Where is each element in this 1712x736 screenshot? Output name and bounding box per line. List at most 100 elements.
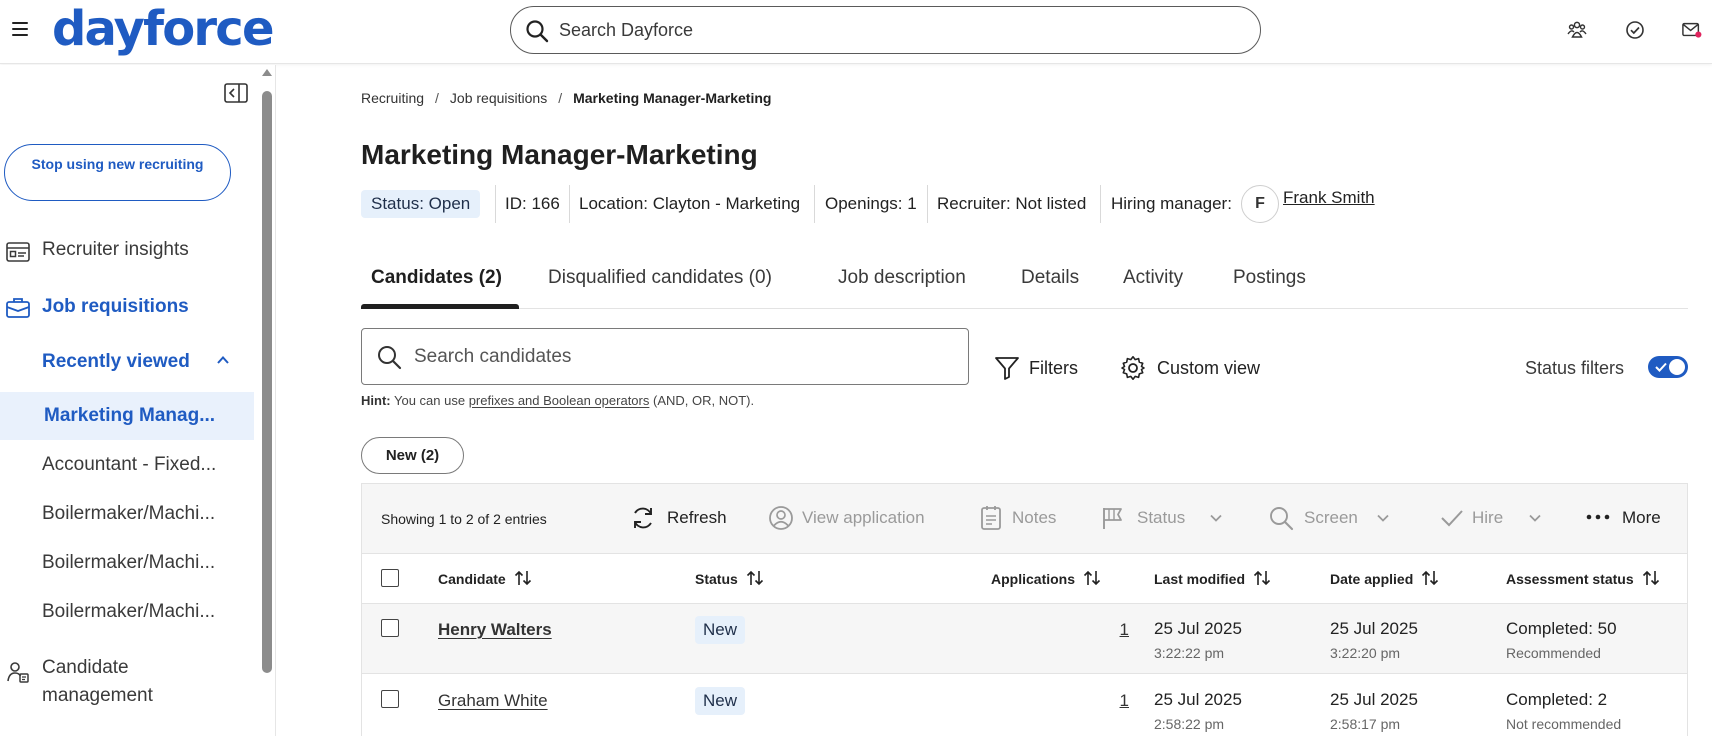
candidate-name-link[interactable]: Henry Walters — [438, 620, 552, 640]
last-modified-date: 25 Jul 2025 — [1154, 690, 1242, 709]
sidebar-item-job-requisitions[interactable]: Job requisitions — [0, 296, 255, 326]
breadcrumb-recruiting[interactable]: Recruiting — [361, 90, 424, 106]
flag-icon — [1103, 508, 1122, 529]
candidate-name-link[interactable]: Graham White — [438, 691, 548, 711]
search-hint: Hint: You can use prefixes and Boolean o… — [361, 393, 754, 408]
assessment-status: Completed: 50 — [1506, 619, 1617, 638]
more-label: More — [1622, 508, 1661, 527]
hint-text-pre: You can use — [390, 393, 469, 408]
last-modified-time: 3:22:22 pm — [1154, 645, 1225, 661]
refresh-button[interactable]: Refresh — [630, 507, 730, 530]
divider — [569, 185, 570, 223]
sort-icon — [1422, 570, 1439, 586]
dashboard-icon — [6, 242, 30, 262]
collapse-sidebar-icon[interactable] — [224, 83, 248, 103]
stop-using-new-recruiting-button[interactable]: Stop using new recruiting — [4, 144, 231, 201]
hamburger-icon[interactable] — [12, 22, 28, 36]
status-badge: New — [695, 616, 746, 644]
col-last-modified[interactable]: Last modified — [1154, 570, 1271, 587]
tab-activity[interactable]: Activity — [1123, 267, 1183, 289]
col-assessment-status[interactable]: Assessment status — [1506, 570, 1660, 587]
table-row[interactable]: Graham White New 1 25 Jul 2025 2:58:22 p… — [362, 675, 1687, 736]
sidebar-item-label: Recruiter insights — [42, 239, 189, 260]
recently-viewed-toggle[interactable]: Recently viewed — [42, 351, 229, 373]
sidebar-item-candidate-management[interactable]: Candidate management — [0, 657, 255, 717]
tab-job-description[interactable]: Job description — [838, 267, 966, 289]
refresh-label: Refresh — [667, 508, 727, 527]
screen-dropdown-button[interactable]: Screen — [1268, 507, 1390, 531]
requisition-openings: Openings: 1 — [825, 194, 917, 213]
sidebar: Stop using new recruiting Recruiter insi… — [0, 65, 276, 736]
briefcase-icon — [6, 298, 30, 318]
top-header: dayforce — [0, 0, 1712, 64]
sort-icon — [746, 570, 763, 586]
scrollbar-thumb[interactable] — [262, 91, 272, 673]
sidebar-scrollbar[interactable] — [261, 65, 273, 736]
applications-link[interactable]: 1 — [1109, 691, 1129, 711]
recent-item-3[interactable]: Boilermaker/Machi... — [0, 539, 254, 587]
filters-button[interactable]: Filters — [994, 357, 1109, 384]
check-circle-icon[interactable] — [1625, 20, 1645, 40]
hire-dropdown-button[interactable]: Hire — [1440, 508, 1544, 530]
avatar: F — [1241, 185, 1279, 223]
status-badge: New — [695, 687, 746, 715]
table-row[interactable]: Henry Walters New 1 25 Jul 2025 3:22:22 … — [362, 604, 1687, 674]
tab-postings[interactable]: Postings — [1233, 267, 1306, 289]
mail-icon[interactable] — [1682, 20, 1702, 40]
row-checkbox[interactable] — [381, 619, 399, 637]
divider — [814, 185, 815, 223]
more-button[interactable]: More — [1586, 508, 1666, 530]
divider — [1100, 185, 1101, 223]
refresh-icon — [634, 507, 652, 529]
breadcrumb-job-requisitions[interactable]: Job requisitions — [450, 90, 547, 106]
select-all-checkbox[interactable] — [381, 569, 399, 587]
recent-item-2[interactable]: Boilermaker/Machi... — [0, 490, 254, 538]
scroll-up-arrow[interactable] — [262, 69, 272, 76]
status-filters-toggle[interactable] — [1648, 356, 1688, 378]
gear-icon — [1121, 356, 1145, 380]
col-status[interactable]: Status — [695, 570, 764, 587]
view-application-button[interactable]: View application — [768, 506, 938, 530]
global-search-input[interactable] — [559, 17, 1219, 43]
candidate-search[interactable] — [361, 328, 969, 385]
global-search[interactable] — [510, 6, 1261, 54]
divider — [495, 185, 496, 223]
dayforce-logo[interactable]: dayforce — [52, 0, 275, 58]
col-status-label: Status — [695, 571, 738, 587]
tab-disqualified-candidates[interactable]: Disqualified candidates (0) — [548, 267, 772, 289]
tab-candidates[interactable]: Candidates (2) — [371, 267, 502, 289]
candidate-search-input[interactable] — [414, 344, 954, 370]
status-chip-new[interactable]: New (2) — [361, 437, 464, 474]
breadcrumb: Recruiting / Job requisitions / Marketing Ma… — [361, 90, 771, 106]
recent-item-0[interactable]: Marketing Manag... — [0, 392, 254, 440]
tab-details[interactable]: Details — [1021, 267, 1079, 289]
active-tab-indicator — [361, 304, 519, 309]
col-date-applied[interactable]: Date applied — [1330, 570, 1439, 587]
recent-item-4[interactable]: Boilermaker/Machi... — [0, 588, 254, 636]
col-candidate[interactable]: Candidate — [438, 570, 532, 587]
last-modified-time: 2:58:22 pm — [1154, 716, 1225, 732]
notes-button[interactable]: Notes — [979, 506, 1064, 530]
status-dropdown-button[interactable]: Status — [1101, 508, 1223, 530]
sidebar-item-recruiter-insights[interactable]: Recruiter insights — [0, 239, 255, 269]
notes-label: Notes — [1012, 508, 1057, 527]
hiring-manager-link[interactable]: Frank Smith — [1283, 188, 1375, 208]
col-last-modified-label: Last modified — [1154, 571, 1246, 587]
hint-link[interactable]: prefixes and Boolean operators — [469, 393, 650, 408]
custom-view-button[interactable]: Custom view — [1120, 356, 1270, 384]
search-icon — [378, 346, 402, 370]
col-applications[interactable]: Applications — [991, 570, 1101, 587]
more-dots-icon — [1586, 514, 1610, 520]
chevron-down-icon — [1210, 514, 1222, 522]
hint-text-post: (AND, OR, NOT). — [649, 393, 755, 408]
date-applied-time: 2:58:17 pm — [1330, 716, 1401, 732]
last-modified-date: 25 Jul 2025 — [1154, 619, 1242, 638]
divider — [927, 185, 928, 223]
sort-icon — [1642, 570, 1659, 586]
row-checkbox[interactable] — [381, 690, 399, 708]
people-icon[interactable] — [1567, 20, 1587, 40]
page-title: Marketing Manager-Marketing — [361, 139, 758, 170]
sidebar-item-label-line1: Candidate — [42, 657, 129, 678]
recent-item-1[interactable]: Accountant - Fixed... — [0, 441, 254, 489]
applications-link[interactable]: 1 — [1109, 620, 1129, 640]
